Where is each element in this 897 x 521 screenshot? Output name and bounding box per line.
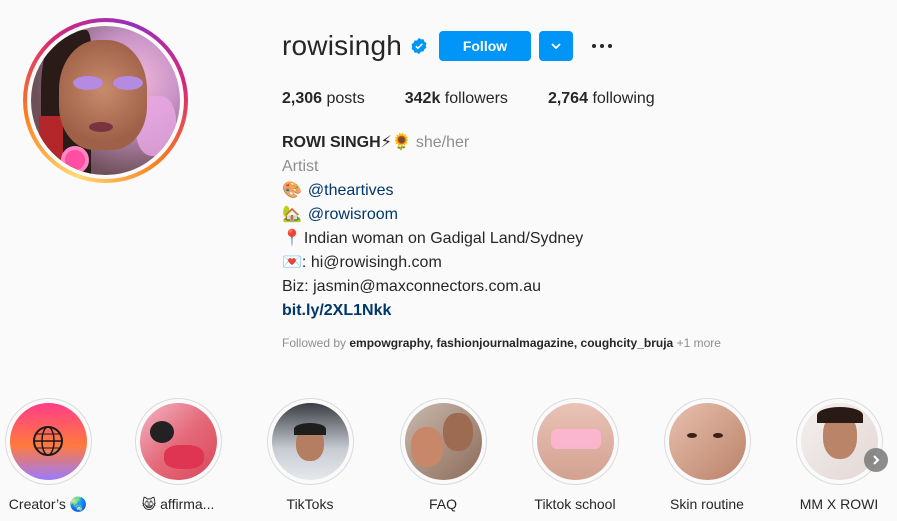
highlight-label: FAQ xyxy=(428,496,457,512)
followed-by-names: empowgraphy, fashionjournalmagazine, cou… xyxy=(349,336,674,350)
stat-label: posts xyxy=(326,90,365,107)
followed-by-prefix: Followed by xyxy=(282,336,347,350)
chevron-down-icon xyxy=(551,43,561,50)
avatar-face xyxy=(59,40,147,150)
highlight-ring xyxy=(795,398,883,485)
profile-header: rowisingh xyxy=(282,30,428,62)
highlight-cover xyxy=(271,403,349,480)
bio-line-artives: 🎨 @theartives xyxy=(282,179,583,203)
person-hair xyxy=(293,423,326,435)
highlight-cover xyxy=(800,403,878,480)
highlight-label: TikToks xyxy=(286,496,334,512)
followers-link[interactable]: 342k followers xyxy=(405,90,508,108)
highlight-label: 😸 affirma... xyxy=(141,496,215,512)
mention-rowisroom[interactable]: @rowisroom xyxy=(308,203,398,227)
more-dot xyxy=(592,44,596,48)
story-highlights: Creator’s 🌏 😸 affirma... TikToks FAQ Tik… xyxy=(0,398,897,521)
bio-line-location: 📍 Indian woman on Gadigal Land/Sydney xyxy=(282,227,583,251)
highlight-ring xyxy=(399,398,487,485)
stat-label: following xyxy=(592,90,655,107)
highlight-item[interactable]: Skin routine xyxy=(657,398,757,512)
avatar-hair-red xyxy=(39,116,63,166)
highlight-label: Tiktok school xyxy=(534,496,616,512)
location-text: Indian woman on Gadigal Land/Sydney xyxy=(303,230,584,247)
verified-badge-icon xyxy=(410,37,428,55)
category-label: Artist xyxy=(282,158,319,175)
profile-bio: ROWI SINGH⚡🌻 she/her Artist 🎨 @theartive… xyxy=(282,131,583,323)
stat-value: 342k xyxy=(404,90,441,107)
highlight-ring xyxy=(663,398,751,485)
website-link[interactable]: bit.ly/2XL1Nkk xyxy=(282,299,583,323)
suggested-dropdown-button[interactable] xyxy=(539,31,573,61)
email-text: : hi@rowisingh.com xyxy=(301,254,442,271)
highlight-ring xyxy=(531,398,619,485)
more-dot xyxy=(608,44,612,48)
house-icon: 🏡 xyxy=(282,206,302,223)
highlight-cover xyxy=(9,403,87,480)
username: rowisingh xyxy=(282,30,403,61)
biz-line: Biz: jasmin@maxconnectors.com.au xyxy=(282,278,541,295)
highlight-cover xyxy=(139,403,217,480)
highlight-label: MM X ROWI xyxy=(799,496,879,512)
followed-by-more: +1 more xyxy=(676,336,721,350)
highlight-label: Creator’s 🌏 xyxy=(8,496,88,512)
globe-icon xyxy=(32,426,63,456)
highlight-label: Skin routine xyxy=(670,496,744,512)
highlight-ring xyxy=(134,398,222,485)
avatar-lips xyxy=(89,122,113,132)
avatar-eye-left xyxy=(73,76,103,90)
followed-by[interactable]: Followed by empowgraphy, fashionjournalm… xyxy=(282,336,721,350)
stat-value: 2,306 xyxy=(282,90,323,107)
person-face xyxy=(442,413,473,451)
name-line: ROWI SINGH⚡🌻 she/her xyxy=(282,131,583,155)
profile-stats: 2,306 posts 342k followers 2,764 followi… xyxy=(282,90,695,108)
eye-shape xyxy=(686,433,697,438)
more-options-icon[interactable] xyxy=(590,36,614,56)
love-letter-icon: 💌 xyxy=(282,254,302,271)
person-face xyxy=(410,427,443,467)
chevron-right-icon[interactable] xyxy=(864,448,888,472)
highlight-item[interactable]: Tiktok school xyxy=(525,398,625,512)
palette-icon: 🎨 xyxy=(282,182,302,199)
person-hair xyxy=(816,407,863,423)
more-dot xyxy=(600,44,604,48)
follow-button[interactable]: Follow xyxy=(439,31,531,61)
highlight-cover xyxy=(536,403,614,480)
cat-shape xyxy=(149,421,174,443)
pin-icon: 📍 xyxy=(282,230,302,247)
highlight-item[interactable]: FAQ xyxy=(393,398,493,512)
avatar-eye-right xyxy=(113,76,143,90)
highlight-ring xyxy=(266,398,354,485)
highlight-cover xyxy=(404,403,482,480)
highlight-ring xyxy=(4,398,92,485)
highlight-item[interactable]: 😸 affirma... xyxy=(128,398,228,513)
highlight-item[interactable]: Creator’s 🌏 xyxy=(0,398,98,513)
text-overlay xyxy=(550,429,601,449)
highlight-item[interactable]: TikToks xyxy=(260,398,360,512)
highlight-cover xyxy=(668,403,746,480)
stat-value: 2,764 xyxy=(547,90,588,107)
bio-line-email: 💌 : hi@rowisingh.com xyxy=(282,251,583,275)
stat-label: followers xyxy=(444,90,508,107)
pronouns: she/her xyxy=(415,134,470,151)
full-name: ROWI SINGH⚡🌻 xyxy=(282,134,412,151)
bio-line-room: 🏡 @rowisroom xyxy=(282,203,583,227)
avatar-image xyxy=(31,26,180,175)
posts-count: 2,306 posts xyxy=(282,90,365,108)
profile-avatar[interactable] xyxy=(23,18,188,183)
mention-theartives[interactable]: @theartives xyxy=(308,179,394,203)
avatar-earring xyxy=(61,146,89,174)
avatar-gap xyxy=(27,22,184,179)
cushion-shape xyxy=(163,445,204,469)
following-link[interactable]: 2,764 following xyxy=(548,90,655,108)
eye-shape xyxy=(712,433,723,438)
